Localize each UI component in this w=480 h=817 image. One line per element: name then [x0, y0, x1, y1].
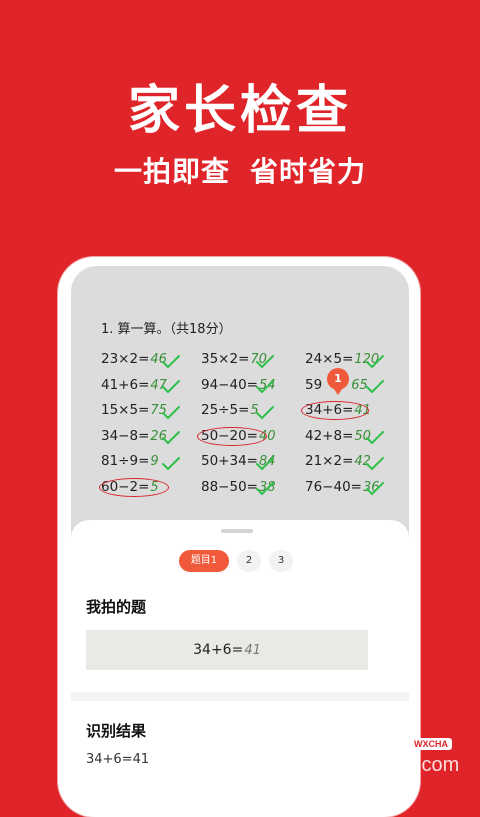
result-text: 34+6=41	[86, 752, 150, 767]
worksheet-grid: 23×2=46 35×2=70 24×5=120 41+6=47 94−40=5…	[99, 348, 401, 501]
check-mark-icon	[256, 355, 274, 369]
watermark-badge: WXCHA	[410, 738, 452, 750]
check-mark-icon	[256, 457, 274, 471]
check-mark-icon	[256, 482, 274, 496]
tab-question-3[interactable]: 3	[269, 550, 293, 572]
check-mark-icon	[162, 380, 180, 394]
check-mark-icon	[366, 380, 384, 394]
question-tabs: 题目1 2 3	[179, 550, 301, 572]
watermark-com: .com	[416, 754, 460, 776]
worksheet-title: 1. 算一算。（共18分）	[101, 322, 232, 337]
check-mark-icon	[162, 457, 180, 471]
tab-question-2[interactable]: 2	[237, 550, 261, 572]
check-mark-icon	[366, 482, 384, 496]
check-mark-icon	[162, 355, 180, 369]
check-mark-icon	[162, 406, 180, 420]
check-mark-icon	[366, 457, 384, 471]
check-marks	[162, 355, 384, 496]
divider	[71, 692, 409, 701]
hero-subtitle: 一拍即查 省时省力	[0, 152, 480, 192]
hero-subtitle-b: 省时省力	[250, 155, 367, 188]
check-mark-icon	[366, 431, 384, 445]
check-mark-icon	[256, 406, 274, 420]
watermark-logo: 微茶 WXCHA .com	[318, 732, 468, 792]
photo-question-box: 34+6=41	[86, 630, 368, 670]
result-title: 识别结果	[86, 722, 147, 740]
check-mark-icon	[366, 355, 384, 369]
phone-screen: 1. 算一算。（共18分） 23×2=46 35×2=70 24×5=120 4…	[71, 266, 409, 800]
check-mark-icon	[162, 431, 180, 445]
hero-subtitle-a: 一拍即查	[113, 155, 230, 188]
photo-question: 34+6=	[193, 642, 244, 658]
check-mark-icon	[256, 380, 274, 394]
photo-answer: 41	[244, 643, 261, 658]
sheet-drag-handle[interactable]	[221, 529, 253, 533]
watermark-cn: 微茶	[318, 747, 393, 788]
my-photo-title: 我拍的题	[86, 598, 147, 616]
hero-title: 家长检查	[127, 81, 352, 141]
tab-question-1[interactable]: 题目1	[179, 550, 229, 572]
